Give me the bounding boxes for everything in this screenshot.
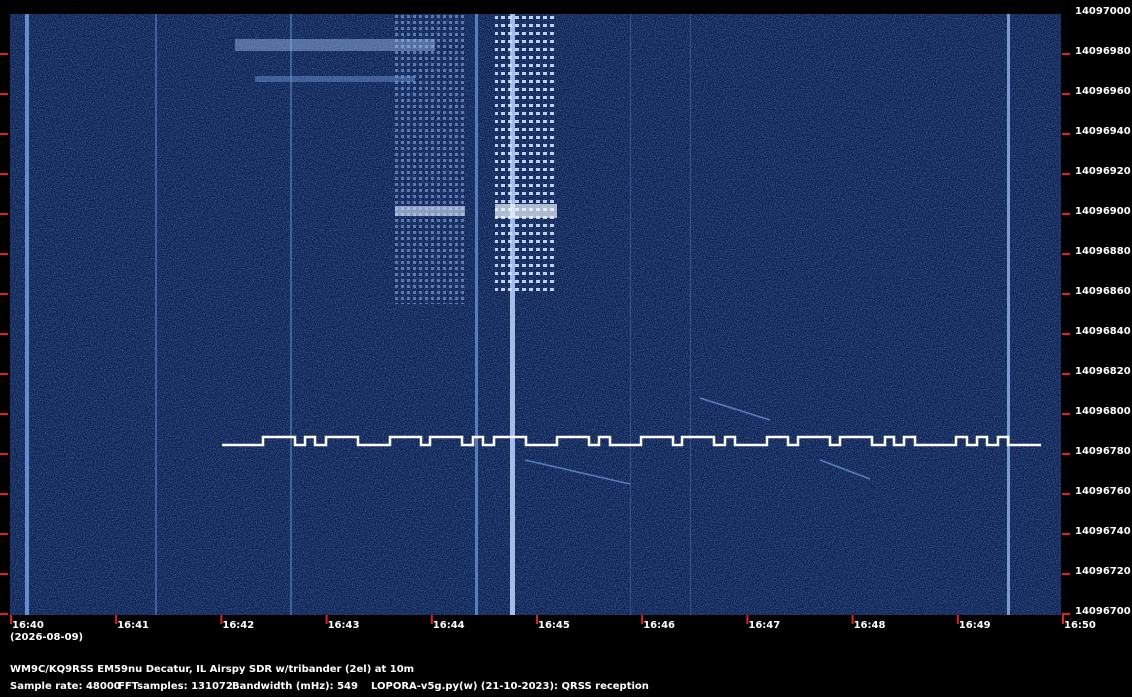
frequency-tick — [1062, 573, 1070, 575]
frequency-label: 14096840 — [1075, 326, 1131, 337]
frequency-label: 14096700 — [1075, 606, 1131, 617]
frequency-tick — [0, 213, 8, 215]
frequency-tick — [0, 133, 8, 135]
frequency-tick — [0, 413, 8, 415]
time-label: 16:44 — [432, 620, 465, 631]
time-label: 16:41 — [117, 620, 150, 631]
footer-bandwidth: Bandwidth (mHz): 549 — [232, 681, 358, 692]
frequency-tick — [1062, 493, 1070, 495]
frequency-tick — [1062, 533, 1070, 535]
frequency-axis-ticks — [0, 53, 1070, 624]
frequency-tick — [1062, 333, 1070, 335]
frequency-tick — [1062, 173, 1070, 175]
frequency-tick — [0, 333, 8, 335]
time-label: 16:47 — [748, 620, 781, 631]
frequency-tick — [1062, 53, 1070, 55]
frequency-tick — [0, 93, 8, 95]
frequency-tick — [1062, 293, 1070, 295]
frequency-tick — [1062, 93, 1070, 95]
footer-station: WM9C/KQ9RSS EM59nu Decatur, IL Airspy SD… — [10, 664, 415, 675]
frequency-tick — [1062, 213, 1070, 215]
frequency-label: 14096800 — [1075, 406, 1131, 417]
frequency-tick — [0, 253, 8, 255]
time-label: 16:48 — [853, 620, 886, 631]
time-label: 16:40 — [12, 620, 44, 631]
frequency-label: 14096780 — [1075, 446, 1131, 457]
frequency-label: 14097000 — [1075, 6, 1131, 17]
frequency-tick — [1062, 613, 1070, 615]
frequency-label: 14096880 — [1075, 246, 1131, 257]
time-label: 16:49 — [958, 620, 991, 631]
footer-fft-samples: FFTsamples: 131072 — [118, 681, 233, 692]
frequency-label: 14096820 — [1075, 366, 1131, 377]
frequency-label: 14096740 — [1075, 526, 1131, 537]
frequency-tick — [1062, 133, 1070, 135]
frequency-tick — [0, 453, 8, 455]
frequency-tick — [1062, 253, 1070, 255]
time-label: 16:42 — [222, 620, 255, 631]
footer-sample-rate: Sample rate: 48000 — [10, 681, 121, 692]
frequency-label: 14096920 — [1075, 166, 1131, 177]
frequency-tick — [1062, 373, 1070, 375]
frequency-tick — [0, 493, 8, 495]
frequency-tick — [0, 573, 8, 575]
frequency-label: 14096720 — [1075, 566, 1131, 577]
frequency-label: 14096960 — [1075, 86, 1131, 97]
time-axis-date: (2026-08-09) — [10, 632, 84, 643]
frequency-label: 14096860 — [1075, 286, 1131, 297]
time-label: 16:45 — [538, 620, 570, 631]
time-label: 16:43 — [327, 620, 360, 631]
frequency-tick — [0, 293, 8, 295]
frequency-tick — [0, 613, 8, 615]
frequency-label: 14096900 — [1075, 206, 1131, 217]
frequency-label: 14096940 — [1075, 126, 1131, 137]
frequency-tick — [0, 53, 8, 55]
footer-software: LOPORA-v5g.py(w) (21-10-2023): QRSS rece… — [371, 681, 649, 692]
frequency-label: 14096980 — [1075, 46, 1131, 57]
frequency-tick — [0, 373, 8, 375]
frequency-tick — [1062, 413, 1070, 415]
frequency-label: 14096760 — [1075, 486, 1131, 497]
time-label: 16:46 — [643, 620, 676, 631]
time-label: 16:50 — [1064, 620, 1096, 631]
frequency-tick — [0, 533, 8, 535]
frequency-tick — [0, 173, 8, 175]
frequency-tick — [1062, 453, 1070, 455]
